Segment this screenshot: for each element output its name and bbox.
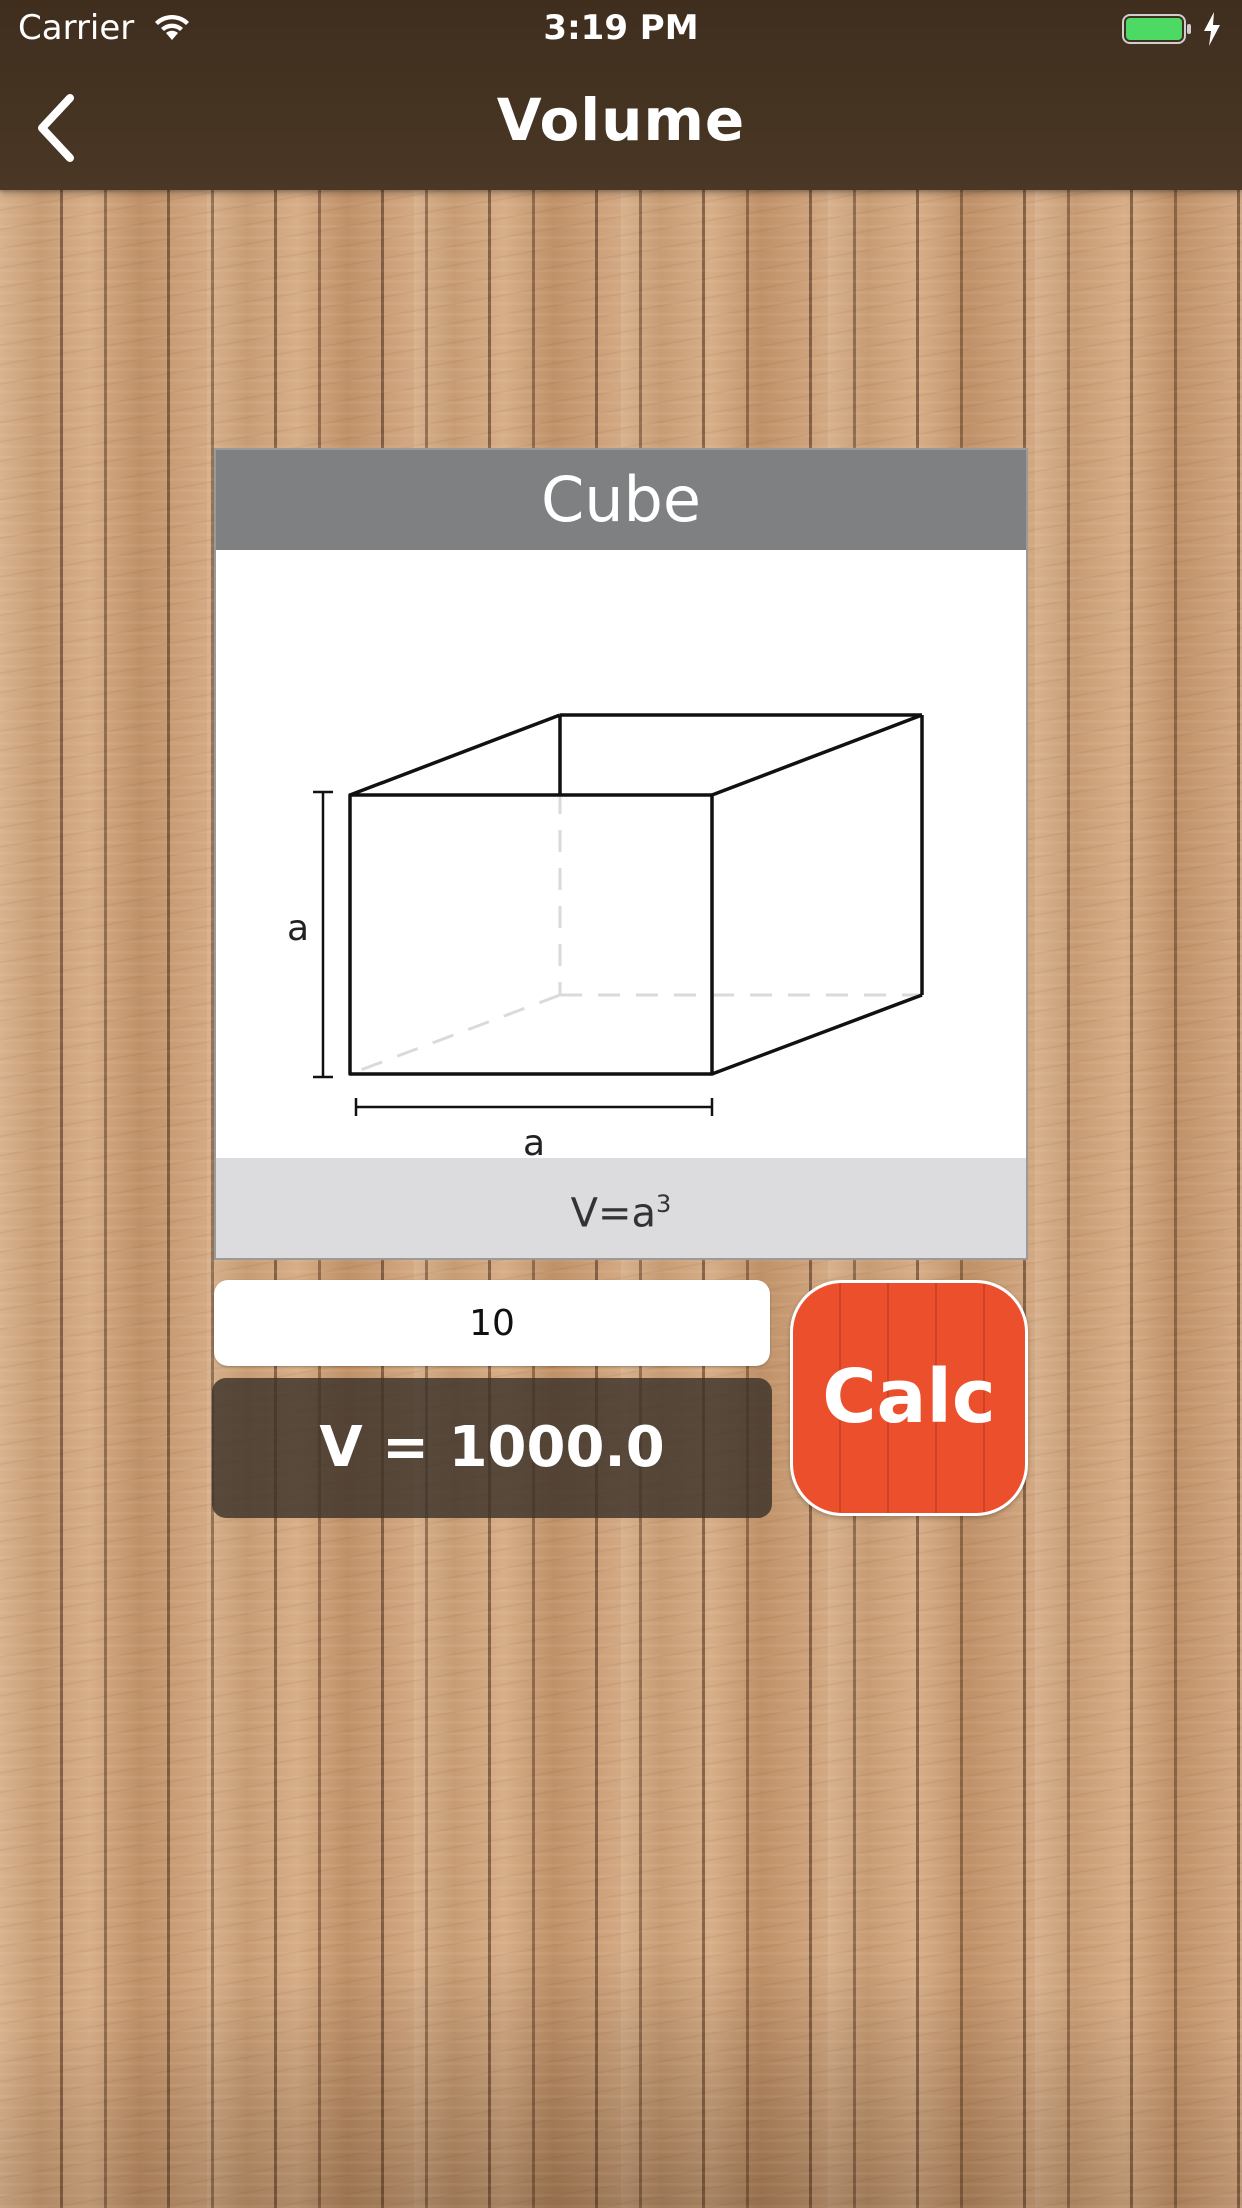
status-bar: Carrier 3:19 PM — [0, 0, 1242, 60]
calc-button[interactable]: Calc — [790, 1280, 1028, 1516]
cube-diagram: a a — [287, 713, 924, 1158]
clock: 3:19 PM — [543, 8, 699, 48]
height-edge-label: a — [287, 908, 309, 949]
formula-base: V=a — [570, 1190, 657, 1237]
formula-exponent: 3 — [656, 1190, 672, 1218]
edge-length-input[interactable] — [214, 1280, 770, 1366]
page-title: Volume — [496, 86, 746, 154]
shape-card: Cube a a V=a3 — [216, 450, 1026, 1258]
result-display: V = 1000.0 — [212, 1378, 772, 1518]
navigation-bar: Carrier 3:19 PM Volume — [0, 0, 1242, 190]
shape-title: Cube — [216, 450, 1026, 550]
battery-charging-icon — [1122, 14, 1191, 44]
width-edge-label: a — [523, 1123, 545, 1158]
volume-formula: V=a3 — [216, 1158, 1026, 1258]
charging-bolt-icon — [1204, 12, 1220, 46]
